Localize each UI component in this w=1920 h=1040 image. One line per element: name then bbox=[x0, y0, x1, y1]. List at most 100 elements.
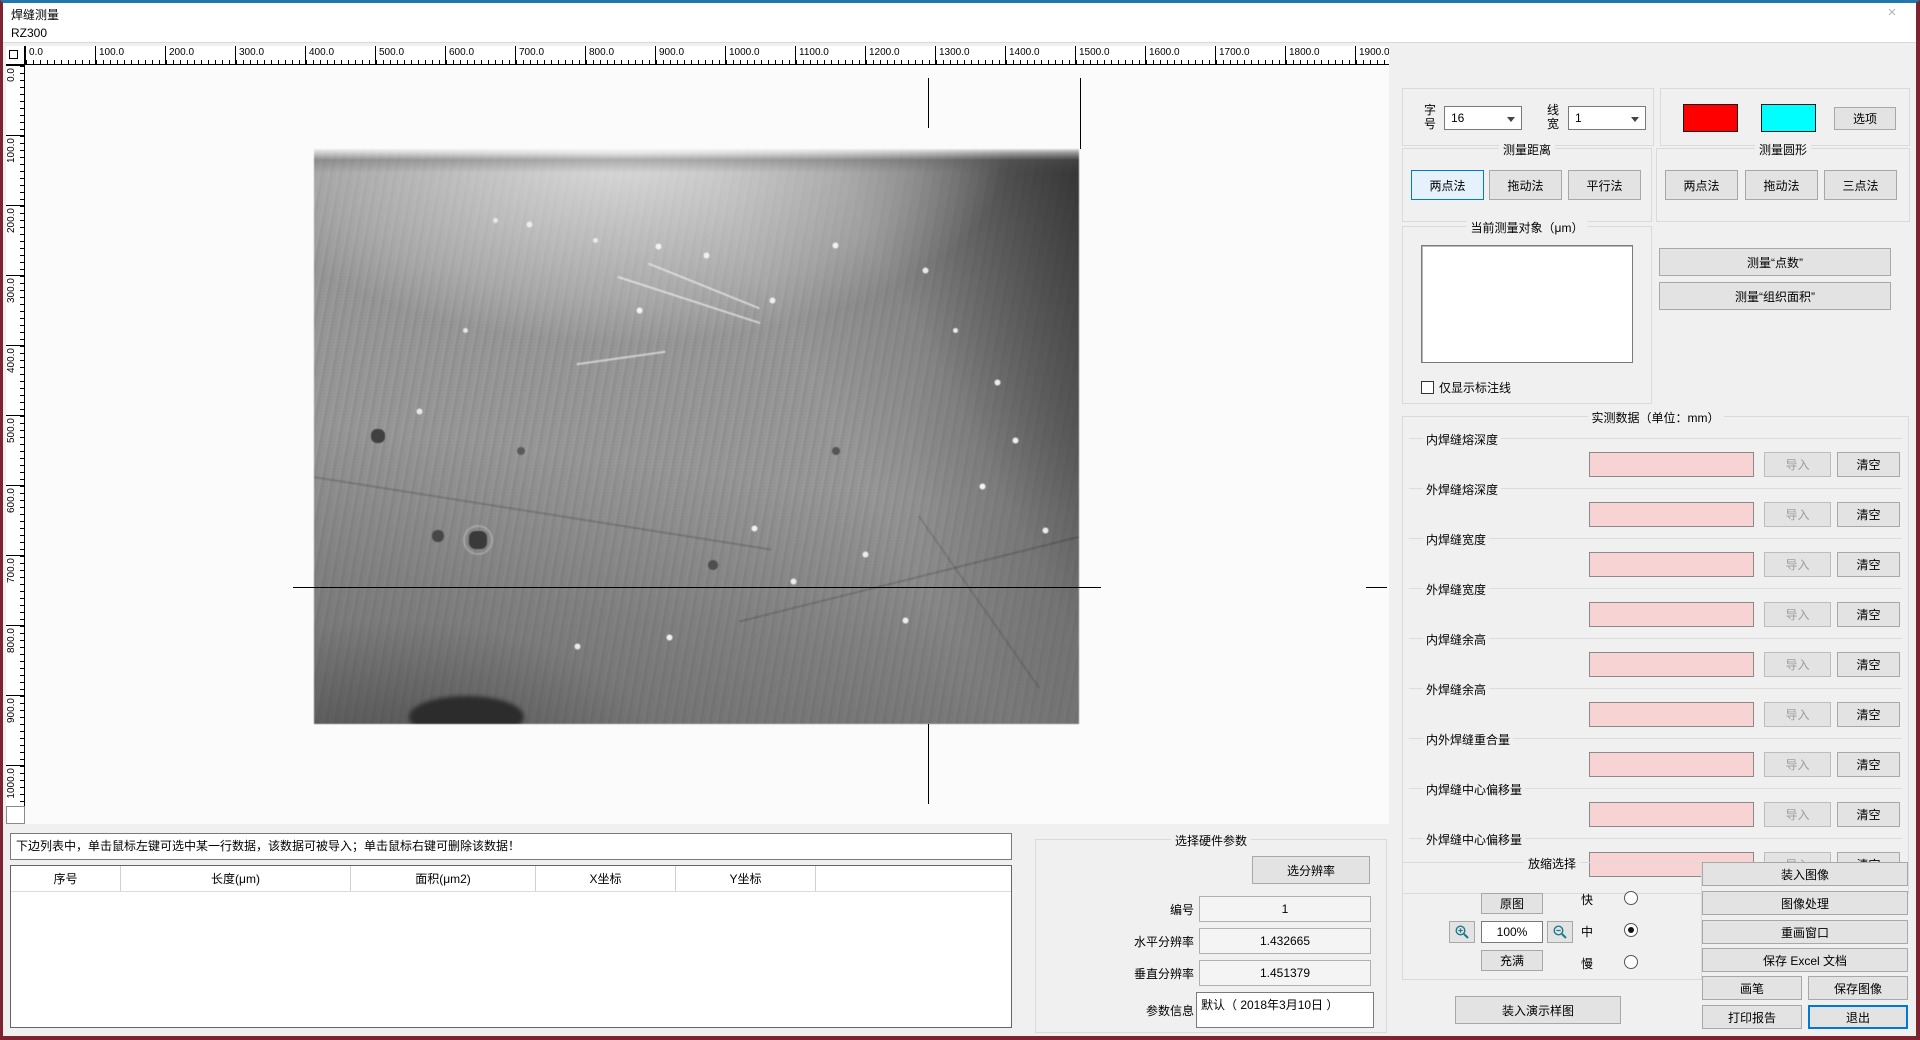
speed-radio[interactable] bbox=[1624, 955, 1638, 969]
ruler-tick-cell: 700.0 bbox=[6, 555, 24, 625]
workspace: 0.0100.0200.0300.0400.0500.0600.0700.080… bbox=[3, 42, 1916, 1036]
clear-button[interactable]: 清空 bbox=[1837, 602, 1900, 627]
primary-color-swatch[interactable] bbox=[1683, 104, 1738, 132]
measured-field-label: 内焊缝熔深度 bbox=[1423, 431, 1501, 448]
import-button[interactable]: 导入 bbox=[1764, 652, 1831, 677]
measured-value-field[interactable] bbox=[1589, 502, 1754, 527]
ruler-tick-cell: 700.0 bbox=[515, 46, 585, 64]
measured-value-field[interactable] bbox=[1589, 802, 1754, 827]
field-label: 水平分辨率 bbox=[1134, 933, 1194, 950]
distance-parallel-button[interactable]: 平行法 bbox=[1568, 170, 1641, 200]
import-button[interactable]: 导入 bbox=[1764, 502, 1831, 527]
import-button[interactable]: 导入 bbox=[1764, 452, 1831, 477]
crosshair-vertical-bottom-mark bbox=[928, 724, 929, 804]
circle-three-point-button[interactable]: 三点法 bbox=[1824, 170, 1897, 200]
original-size-button[interactable]: 原图 bbox=[1481, 893, 1543, 914]
clear-button[interactable]: 清空 bbox=[1837, 452, 1900, 477]
import-button[interactable]: 导入 bbox=[1764, 552, 1831, 577]
measured-value-field[interactable] bbox=[1589, 602, 1754, 627]
bottom-dark-blob bbox=[409, 696, 524, 724]
secondary-color-swatch[interactable] bbox=[1761, 104, 1816, 132]
import-button[interactable]: 导入 bbox=[1764, 702, 1831, 727]
results-table-header: 序号长度(μm)面积(μm2)X坐标Y坐标 bbox=[11, 866, 1011, 892]
magnifier-minus-icon bbox=[1552, 924, 1568, 940]
measured-value-field[interactable] bbox=[1589, 752, 1754, 777]
ruler-tick-cell: 1400.0 bbox=[1005, 46, 1075, 64]
measured-value-field[interactable] bbox=[1589, 452, 1754, 477]
pen-button[interactable]: 画笔 bbox=[1702, 976, 1802, 1000]
menu-item-rz300[interactable]: RZ300 bbox=[11, 26, 47, 40]
ruler-tick-cell: 800.0 bbox=[6, 625, 24, 695]
inclusion-ring bbox=[463, 525, 493, 555]
vertical-resolution-field[interactable]: 1.451379 bbox=[1199, 960, 1371, 986]
ruler-tick-cell: 1000.0 bbox=[725, 46, 795, 64]
line-width-combobox[interactable]: 1 bbox=[1568, 106, 1646, 130]
font-size-combobox[interactable]: 16 bbox=[1444, 106, 1522, 130]
options-button[interactable]: 选项 bbox=[1834, 107, 1896, 130]
redraw-window-button[interactable]: 重画窗口 bbox=[1702, 920, 1908, 944]
load-image-button[interactable]: 装入图像 bbox=[1702, 862, 1908, 886]
zoom-in-button[interactable] bbox=[1449, 921, 1475, 943]
fusion-line bbox=[918, 515, 1040, 688]
ruler-corner-box bbox=[6, 46, 25, 65]
speed-radio[interactable] bbox=[1624, 923, 1638, 937]
load-demo-sample-button[interactable]: 装入演示样图 bbox=[1455, 996, 1621, 1024]
import-button[interactable]: 导入 bbox=[1764, 802, 1831, 827]
import-button[interactable]: 导入 bbox=[1764, 752, 1831, 777]
clear-button[interactable]: 清空 bbox=[1837, 552, 1900, 577]
ruler-tick-cell: 100.0 bbox=[95, 46, 165, 64]
current-object-listbox[interactable] bbox=[1421, 245, 1633, 363]
print-report-button[interactable]: 打印报告 bbox=[1702, 1005, 1802, 1029]
measured-value-field[interactable] bbox=[1589, 652, 1754, 677]
exit-button[interactable]: 退出 bbox=[1808, 1005, 1908, 1029]
ruler-tick-cell: 200.0 bbox=[165, 46, 235, 64]
measured-field-label: 内焊缝余高 bbox=[1423, 631, 1489, 648]
clear-button[interactable]: 清空 bbox=[1837, 702, 1900, 727]
save-excel-button[interactable]: 保存 Excel 文档 bbox=[1702, 948, 1908, 972]
drawing-canvas[interactable] bbox=[25, 65, 1389, 824]
hardware-params-group: 选择硬件参数 选分辨率 编号 1 水平分辨率 1.432665 垂直分辨率 1.… bbox=[1035, 839, 1387, 1033]
clear-button[interactable]: 清空 bbox=[1837, 652, 1900, 677]
ruler-tick-cell: 400.0 bbox=[305, 46, 375, 64]
circle-drag-button[interactable]: 拖动法 bbox=[1745, 170, 1818, 200]
circle-two-point-button[interactable]: 两点法 bbox=[1665, 170, 1738, 200]
measured-value-field[interactable] bbox=[1589, 552, 1754, 577]
zoom-percent-field[interactable]: 100% bbox=[1481, 921, 1543, 943]
select-resolution-button[interactable]: 选分辨率 bbox=[1252, 856, 1370, 884]
ruler-tick-cell: 1200.0 bbox=[865, 46, 935, 64]
fit-to-window-button[interactable]: 充满 bbox=[1481, 950, 1543, 971]
clear-button[interactable]: 清空 bbox=[1837, 802, 1900, 827]
speed-radio[interactable] bbox=[1624, 891, 1638, 905]
measured-data-fields: 内焊缝熔深度 导入 清空 外焊缝熔深度 导入 清空 bbox=[1409, 438, 1902, 888]
speed-option: 慢 bbox=[1581, 955, 1651, 971]
measure-tissue-area-button[interactable]: 测量“组织面积” bbox=[1659, 282, 1891, 310]
show-annotation-checkbox[interactable] bbox=[1421, 381, 1434, 394]
group-title: 选择硬件参数 bbox=[1171, 832, 1251, 849]
close-icon[interactable]: × bbox=[1882, 4, 1902, 22]
measured-value-field[interactable] bbox=[1589, 702, 1754, 727]
save-image-button[interactable]: 保存图像 bbox=[1808, 976, 1908, 1000]
image-process-button[interactable]: 图像处理 bbox=[1702, 891, 1908, 915]
speed-option: 快 bbox=[1581, 891, 1651, 907]
measure-points-button[interactable]: 测量“点数” bbox=[1659, 248, 1891, 276]
scratch-mark bbox=[648, 263, 760, 309]
measure-distance-group: 测量距离 两点法 拖动法 平行法 bbox=[1402, 148, 1652, 222]
group-title: 测量距离 bbox=[1499, 141, 1555, 158]
param-info-field[interactable]: 默认（ 2018年3月10日 ） bbox=[1196, 992, 1374, 1028]
checkbox-label: 仅显示标注线 bbox=[1439, 381, 1511, 395]
distance-two-point-button[interactable]: 两点法 bbox=[1411, 170, 1484, 200]
current-object-group: 当前测量对象（μm） 仅显示标注线 bbox=[1402, 226, 1652, 404]
zoom-out-button[interactable] bbox=[1547, 921, 1573, 943]
font-size-label: 字号 bbox=[1423, 104, 1437, 132]
import-button[interactable]: 导入 bbox=[1764, 602, 1831, 627]
zoom-select-group: 放缩选择 原图 100% 充满 bbox=[1402, 862, 1702, 980]
distance-drag-button[interactable]: 拖动法 bbox=[1489, 170, 1562, 200]
number-field[interactable]: 1 bbox=[1199, 896, 1371, 922]
window-title: 焊缝测量 bbox=[11, 6, 59, 23]
clear-button[interactable]: 清空 bbox=[1837, 502, 1900, 527]
menu-bar: RZ300 bbox=[3, 23, 1916, 42]
vertical-ruler: 0.0100.0200.0300.0400.0500.0600.0700.080… bbox=[6, 65, 25, 824]
horizontal-resolution-field[interactable]: 1.432665 bbox=[1199, 928, 1371, 954]
clear-button[interactable]: 清空 bbox=[1837, 752, 1900, 777]
results-table-body[interactable] bbox=[11, 892, 1011, 1027]
